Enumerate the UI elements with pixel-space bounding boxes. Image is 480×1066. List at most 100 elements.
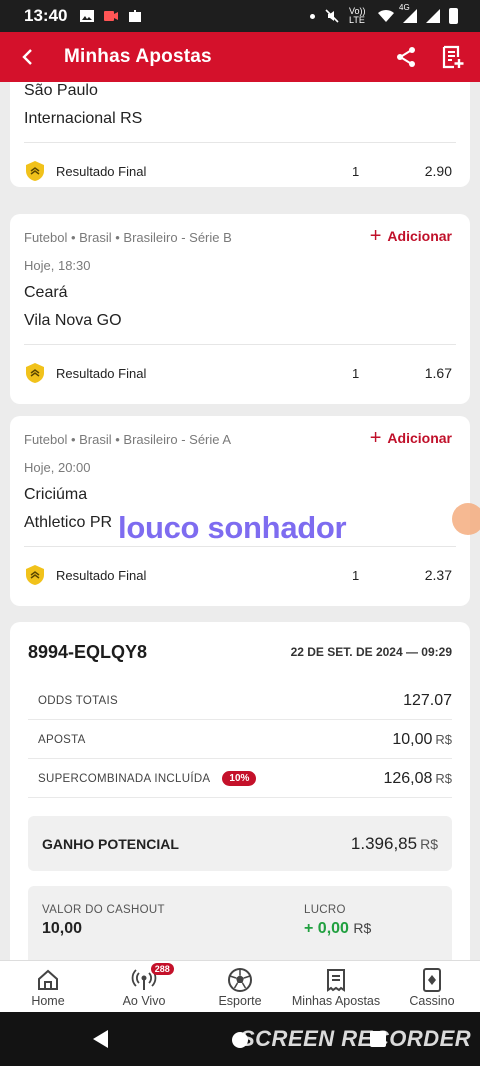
nav-label: Esporte <box>218 994 262 1008</box>
potential-win-box: GANHO POTENCIAL 1.396,85 R$ <box>28 816 452 871</box>
match-time: Hoje, 20:00 <box>24 460 91 475</box>
cashout-label: VALOR DO CASHOUT <box>42 904 165 916</box>
arrow-left-icon <box>22 49 32 65</box>
shield-icon <box>26 565 44 585</box>
signal-4g-label: 4G <box>399 3 410 12</box>
recorder-bubble[interactable] <box>452 503 480 535</box>
divider <box>24 546 456 547</box>
market-name: Resultado Final <box>56 567 147 583</box>
supercombo-row: SUPERCOMBINADA INCLUÍDA 10% 126,08 R$ <box>28 760 452 798</box>
odds-total-row: ODDS TOTAIS 127.07 <box>28 682 452 720</box>
potential-label: GANHO POTENCIAL <box>42 835 179 852</box>
shield-icon <box>26 363 44 383</box>
nav-label: Home <box>31 994 65 1008</box>
network-label: Vo)) LTE <box>349 6 366 25</box>
odds-value: 2.90 <box>424 163 452 179</box>
currency: R$ <box>435 771 452 786</box>
supercombo-value: 126,08 <box>383 769 433 787</box>
profit-label: LUCRO <box>304 904 346 916</box>
bet-card: São Paulo Internacional RS Resultado Fin… <box>10 82 470 187</box>
stake-label: APOSTA <box>38 733 86 746</box>
app-bar: Minhas Apostas <box>0 32 480 82</box>
nav-my-bets[interactable]: Minhas Apostas <box>288 961 384 1012</box>
mute-icon <box>325 9 339 23</box>
stake-row: APOSTA 10,00 R$ <box>28 721 452 759</box>
status-bar: 13:40 Vo)) LTE 4G <box>0 0 480 32</box>
add-bet-slip-icon[interactable] <box>440 44 466 70</box>
odds-value: 2.37 <box>424 567 452 583</box>
league-path: Futebol • Brasil • Brasileiro - Série B <box>24 230 232 245</box>
match-time: Hoje, 18:30 <box>24 258 91 273</box>
ticket-date: 22 DE SET. DE 2024 — 09:29 <box>290 645 452 659</box>
shield-icon <box>26 161 44 181</box>
away-team: Vila Nova GO <box>24 312 122 329</box>
nav-label: Minhas Apostas <box>291 994 381 1008</box>
screen-record-icon <box>104 11 119 21</box>
market-name: Resultado Final <box>56 365 147 381</box>
nav-live[interactable]: 288 Ao Vivo <box>96 961 192 1012</box>
currency: R$ <box>420 835 438 852</box>
supercombo-label: SUPERCOMBINADA INCLUÍDA <box>38 772 211 785</box>
away-team: Internacional RS <box>24 110 143 127</box>
market-row: Resultado Final 1 2.90 <box>24 159 452 183</box>
nav-sports[interactable]: Esporte <box>192 961 288 1012</box>
selection: 1 <box>352 163 360 179</box>
nav-home[interactable]: Home <box>0 961 96 1012</box>
system-nav-bar: SCREEN RECORDER <box>0 1012 480 1066</box>
status-time: 13:40 <box>24 6 68 25</box>
live-count-badge: 288 <box>150 963 174 975</box>
ticket-id: 8994-EQLQY8 <box>28 642 148 662</box>
bottom-nav: Home 288 Ao Vivo Esporte Minhas Apostas … <box>0 960 480 1012</box>
away-team: Athletico PR <box>24 514 113 531</box>
add-button[interactable]: + Adicionar <box>369 427 452 449</box>
home-team: Ceará <box>24 284 68 301</box>
dot-icon <box>310 13 315 19</box>
home-team: São Paulo <box>24 82 98 99</box>
bet-slip-icon <box>327 969 345 992</box>
page-title: Minhas Apostas <box>64 46 212 67</box>
soccer-ball-icon <box>228 968 252 992</box>
wifi-icon <box>378 9 394 22</box>
market-name: Resultado Final <box>56 163 147 179</box>
market-row: Resultado Final 1 2.37 <box>24 563 452 587</box>
league-path: Futebol • Brasil • Brasileiro - Série A <box>24 432 232 447</box>
bet-card: Futebol • Brasil • Brasileiro - Série B … <box>10 214 470 404</box>
nav-label: Cassino <box>409 994 455 1008</box>
nav-label: Ao Vivo <box>122 994 166 1008</box>
currency: R$ <box>435 732 452 747</box>
odds-value: 1.67 <box>424 365 452 381</box>
divider <box>24 344 456 345</box>
nav-casino[interactable]: Cassino <box>384 961 480 1012</box>
notification-app-icon <box>129 10 142 22</box>
back-button[interactable] <box>0 32 56 82</box>
plus-icon: + <box>369 427 382 449</box>
battery-icon <box>449 8 458 24</box>
home-team: Criciúma <box>24 486 88 503</box>
divider <box>24 142 456 143</box>
system-back-icon[interactable] <box>92 1029 110 1049</box>
currency: R$ <box>353 920 372 936</box>
gallery-icon <box>80 10 95 22</box>
plus-icon: + <box>369 225 382 247</box>
recorder-watermark: SCREEN RECORDER <box>240 1026 472 1051</box>
add-label: Adicionar <box>387 430 452 446</box>
odds-total-value: 127.07 <box>403 691 452 709</box>
bet-summary-card: 8994-EQLQY8 22 DE SET. DE 2024 — 09:29 O… <box>10 622 470 960</box>
casino-card-icon <box>423 968 441 992</box>
selection: 1 <box>352 365 360 381</box>
overlay-caption: louco sonhador <box>118 510 347 545</box>
cashout-box: VALOR DO CASHOUT 10,00 LUCRO + 0,00 R$ <box>28 886 452 960</box>
selection: 1 <box>352 567 360 583</box>
profit-value: + 0,00 <box>304 920 349 937</box>
add-label: Adicionar <box>387 228 452 244</box>
share-icon[interactable] <box>394 45 418 69</box>
odds-total-label: ODDS TOTAIS <box>38 694 118 707</box>
supercombo-badge: 10% <box>222 771 257 786</box>
signal-2-icon <box>426 9 440 23</box>
cashout-value: 10,00 <box>42 920 83 937</box>
potential-value: 1.396,85 <box>350 833 418 853</box>
stake-value: 10,00 <box>392 730 433 748</box>
add-button[interactable]: + Adicionar <box>369 225 452 247</box>
market-row: Resultado Final 1 1.67 <box>24 361 452 385</box>
home-icon <box>38 969 58 990</box>
